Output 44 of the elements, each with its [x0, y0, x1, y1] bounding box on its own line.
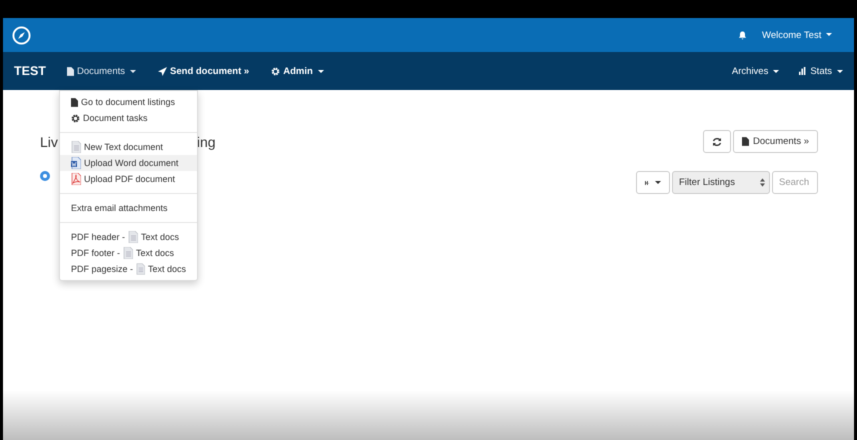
menu-link[interactable]: Text docs: [141, 232, 180, 242]
refresh-icon: [712, 136, 722, 146]
menu-item[interactable]: Upload PDF document: [60, 171, 197, 187]
nav-menu-link[interactable]: Admin: [271, 66, 324, 76]
sort-dropdown-button[interactable]: [636, 171, 670, 194]
search-field[interactable]: Search: [772, 171, 818, 194]
file-icon: [71, 98, 78, 106]
menu-item[interactable]: Document tasks: [60, 110, 197, 126]
text-document-icon: [123, 247, 134, 259]
menu-item[interactable]: PDF footer -: [71, 248, 120, 258]
documents-button[interactable]: Documents »: [733, 130, 818, 153]
menu-item[interactable]: New Text document: [60, 139, 197, 155]
user-menu[interactable]: Welcome Test: [762, 30, 832, 40]
menu-item[interactable]: Go to document listings: [60, 94, 197, 110]
updown-arrow-icon: [760, 178, 765, 187]
refresh-button[interactable]: [703, 130, 732, 153]
file-icon: [742, 137, 750, 146]
text-document-icon: [136, 263, 145, 275]
nav-menu-link[interactable]: Documents: [66, 66, 136, 76]
menu-item[interactable]: Extra email attachments: [60, 200, 197, 216]
nav-menu-link[interactable]: Send document »: [158, 66, 250, 76]
page-heading: Liv: [40, 134, 58, 150]
file-icon: [66, 66, 74, 76]
brand-label[interactable]: TEST: [14, 64, 46, 78]
nav-menu-link[interactable]: Archives: [732, 66, 780, 76]
menu-item[interactable]: PDF header -: [71, 232, 126, 242]
menu-item[interactable]: Upload Word document: [60, 155, 197, 171]
gear-icon: [271, 66, 280, 76]
compass-icon[interactable]: [12, 26, 31, 44]
page-heading: ing: [196, 134, 216, 150]
filter-select[interactable]: Filter Listings: [672, 171, 770, 194]
menu-item[interactable]: PDF pagesize -: [71, 264, 134, 274]
word-document-icon: [71, 157, 81, 169]
menu-link[interactable]: Text docs: [148, 264, 186, 274]
bar-chart-icon: [799, 67, 808, 75]
pdf-document-icon: [71, 173, 81, 185]
nav-menu-link[interactable]: Stats: [799, 66, 843, 76]
send-icon: [158, 66, 168, 76]
text-document-icon: [71, 141, 81, 153]
radio-icon: [40, 171, 50, 181]
menu-link[interactable]: Text docs: [136, 248, 174, 258]
text-document-icon: [128, 231, 138, 243]
gear-icon: [71, 114, 80, 122]
bell-icon[interactable]: [738, 30, 748, 40]
